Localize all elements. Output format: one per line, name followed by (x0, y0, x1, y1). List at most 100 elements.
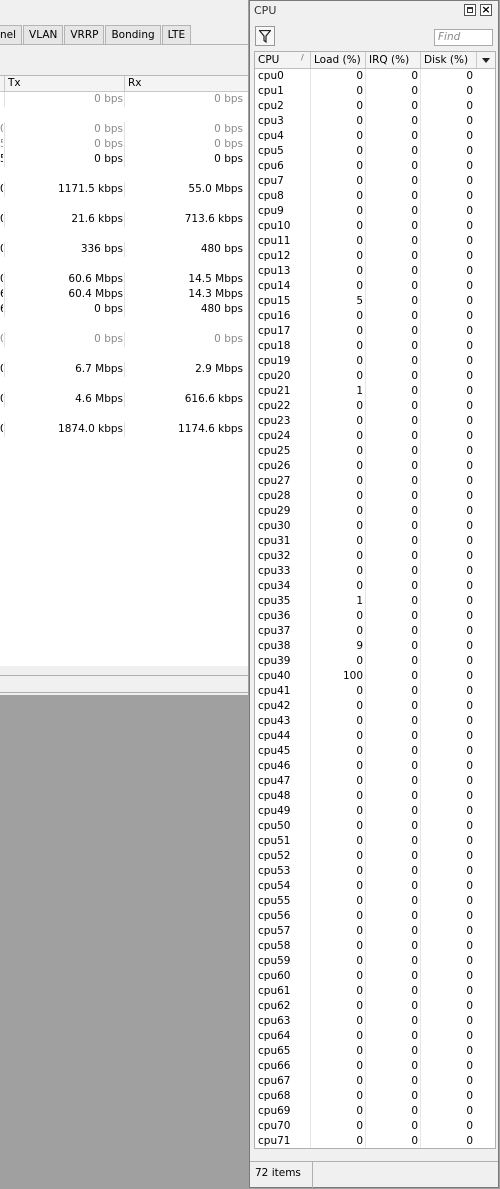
table-row[interactable]: 0 6.7 Mbps 2.9 Mbps (0, 362, 248, 377)
table-row[interactable]: 6 0 bps 480 bps (0, 302, 248, 317)
table-row[interactable]: cpu7 0 0 0 (255, 174, 495, 189)
table-row[interactable]: 0 60.6 Mbps 14.5 Mbps (0, 272, 248, 287)
table-row[interactable]: cpu69 0 0 0 (255, 1104, 495, 1119)
filter-button[interactable] (255, 26, 275, 46)
tab-lte[interactable]: LTE (161, 25, 192, 44)
table-row[interactable]: 0 4.6 Mbps 616.6 kbps (0, 392, 248, 407)
table-row[interactable]: cpu65 0 0 0 (255, 1044, 495, 1059)
close-icon[interactable]: × (480, 4, 492, 16)
column-separator[interactable] (420, 52, 421, 68)
table-row[interactable]: cpu19 0 0 0 (255, 354, 495, 369)
table-row[interactable]: cpu31 0 0 0 (255, 534, 495, 549)
table-row[interactable]: 0 bps 0 bps (0, 92, 248, 107)
table-row[interactable]: cpu54 0 0 0 (255, 879, 495, 894)
table-row[interactable]: cpu9 0 0 0 (255, 204, 495, 219)
tab-vlan[interactable]: VLAN (23, 25, 64, 44)
table-row[interactable]: cpu0 0 0 0 (255, 69, 495, 84)
tab-vrrp[interactable]: VRRP (64, 25, 105, 44)
table-row[interactable]: cpu50 0 0 0 (255, 819, 495, 834)
table-row[interactable]: cpu51 0 0 0 (255, 834, 495, 849)
table-row[interactable]: cpu10 0 0 0 (255, 219, 495, 234)
table-row[interactable]: cpu20 0 0 0 (255, 369, 495, 384)
column-header-load[interactable]: Load (%) (314, 54, 361, 66)
table-row[interactable]: cpu24 0 0 0 (255, 429, 495, 444)
table-row[interactable]: 5 0 bps 0 bps (0, 137, 248, 152)
table-row[interactable]: cpu62 0 0 0 (255, 999, 495, 1014)
table-row[interactable]: cpu38 9 0 0 (255, 639, 495, 654)
table-row[interactable]: cpu37 0 0 0 (255, 624, 495, 639)
table-row[interactable]: cpu43 0 0 0 (255, 714, 495, 729)
table-row[interactable]: 0 1874.0 kbps 1174.6 kbps (0, 422, 248, 437)
cpu-window-titlebar[interactable]: CPU × (250, 1, 498, 21)
find-field[interactable] (434, 29, 495, 46)
table-row[interactable]: cpu4 0 0 0 (255, 129, 495, 144)
table-row[interactable]: cpu39 0 0 0 (255, 654, 495, 669)
table-row[interactable]: cpu2 0 0 0 (255, 99, 495, 114)
table-row[interactable]: cpu29 0 0 0 (255, 504, 495, 519)
tab-tunnel[interactable]: nel (0, 25, 23, 44)
table-row[interactable]: cpu61 0 0 0 (255, 984, 495, 999)
table-row[interactable]: cpu42 0 0 0 (255, 699, 495, 714)
table-row[interactable]: 6 60.4 Mbps 14.3 Mbps (0, 287, 248, 302)
table-row[interactable]: cpu11 0 0 0 (255, 234, 495, 249)
table-row[interactable]: 0 0 bps 0 bps (0, 122, 248, 137)
table-row[interactable]: cpu18 0 0 0 (255, 339, 495, 354)
table-row[interactable]: cpu8 0 0 0 (255, 189, 495, 204)
table-row[interactable]: cpu16 0 0 0 (255, 309, 495, 324)
chevron-down-icon[interactable] (476, 52, 495, 68)
table-row[interactable]: cpu36 0 0 0 (255, 609, 495, 624)
table-row[interactable]: cpu15 5 0 0 (255, 294, 495, 309)
table-row[interactable]: cpu14 0 0 0 (255, 279, 495, 294)
table-row[interactable]: cpu66 0 0 0 (255, 1059, 495, 1074)
table-row[interactable]: cpu49 0 0 0 (255, 804, 495, 819)
table-row[interactable]: cpu1 0 0 0 (255, 84, 495, 99)
table-row[interactable]: cpu28 0 0 0 (255, 489, 495, 504)
maximize-icon[interactable] (464, 4, 476, 16)
table-row[interactable]: cpu60 0 0 0 (255, 969, 495, 984)
column-separator[interactable] (124, 76, 125, 91)
column-separator[interactable] (310, 52, 311, 68)
table-row[interactable]: 0 0 bps 0 bps (0, 332, 248, 347)
table-row[interactable]: cpu57 0 0 0 (255, 924, 495, 939)
table-row[interactable]: cpu41 0 0 0 (255, 684, 495, 699)
table-row[interactable]: 5 0 bps 0 bps (0, 152, 248, 167)
find-input[interactable] (435, 30, 495, 44)
table-row[interactable]: cpu58 0 0 0 (255, 939, 495, 954)
table-row[interactable]: cpu5 0 0 0 (255, 144, 495, 159)
table-row[interactable]: cpu22 0 0 0 (255, 399, 495, 414)
column-separator[interactable] (365, 52, 366, 68)
table-row[interactable]: cpu23 0 0 0 (255, 414, 495, 429)
table-row[interactable]: cpu55 0 0 0 (255, 894, 495, 909)
table-row[interactable]: cpu64 0 0 0 (255, 1029, 495, 1044)
table-row[interactable]: cpu34 0 0 0 (255, 579, 495, 594)
table-row[interactable]: 0 336 bps 480 bps (0, 242, 248, 257)
table-row[interactable]: cpu63 0 0 0 (255, 1014, 495, 1029)
column-header-irq[interactable]: IRQ (%) (369, 54, 409, 66)
table-row[interactable]: cpu21 1 0 0 (255, 384, 495, 399)
table-row[interactable]: cpu13 0 0 0 (255, 264, 495, 279)
table-row[interactable]: cpu56 0 0 0 (255, 909, 495, 924)
table-row[interactable]: cpu59 0 0 0 (255, 954, 495, 969)
table-row[interactable]: cpu53 0 0 0 (255, 864, 495, 879)
table-row[interactable]: 0 21.6 kbps 713.6 kbps (0, 212, 248, 227)
table-row[interactable]: cpu68 0 0 0 (255, 1089, 495, 1104)
table-row[interactable]: cpu46 0 0 0 (255, 759, 495, 774)
table-row[interactable]: cpu17 0 0 0 (255, 324, 495, 339)
table-row[interactable]: cpu12 0 0 0 (255, 249, 495, 264)
table-row[interactable]: 0 1171.5 kbps 55.0 Mbps (0, 182, 248, 197)
table-row[interactable]: cpu70 0 0 0 (255, 1119, 495, 1134)
column-separator[interactable] (4, 76, 5, 91)
table-row[interactable]: cpu33 0 0 0 (255, 564, 495, 579)
table-row[interactable]: cpu3 0 0 0 (255, 114, 495, 129)
column-header-rx[interactable]: Rx (128, 77, 142, 89)
tab-bonding[interactable]: Bonding (105, 25, 161, 44)
table-row[interactable]: cpu71 0 0 0 (255, 1134, 495, 1148)
table-row[interactable]: cpu27 0 0 0 (255, 474, 495, 489)
table-row[interactable]: cpu44 0 0 0 (255, 729, 495, 744)
table-row[interactable]: cpu30 0 0 0 (255, 519, 495, 534)
column-header-tx[interactable]: Tx (8, 77, 21, 89)
table-row[interactable]: cpu52 0 0 0 (255, 849, 495, 864)
table-row[interactable]: cpu35 1 0 0 (255, 594, 495, 609)
table-row[interactable]: cpu48 0 0 0 (255, 789, 495, 804)
table-row[interactable]: cpu45 0 0 0 (255, 744, 495, 759)
